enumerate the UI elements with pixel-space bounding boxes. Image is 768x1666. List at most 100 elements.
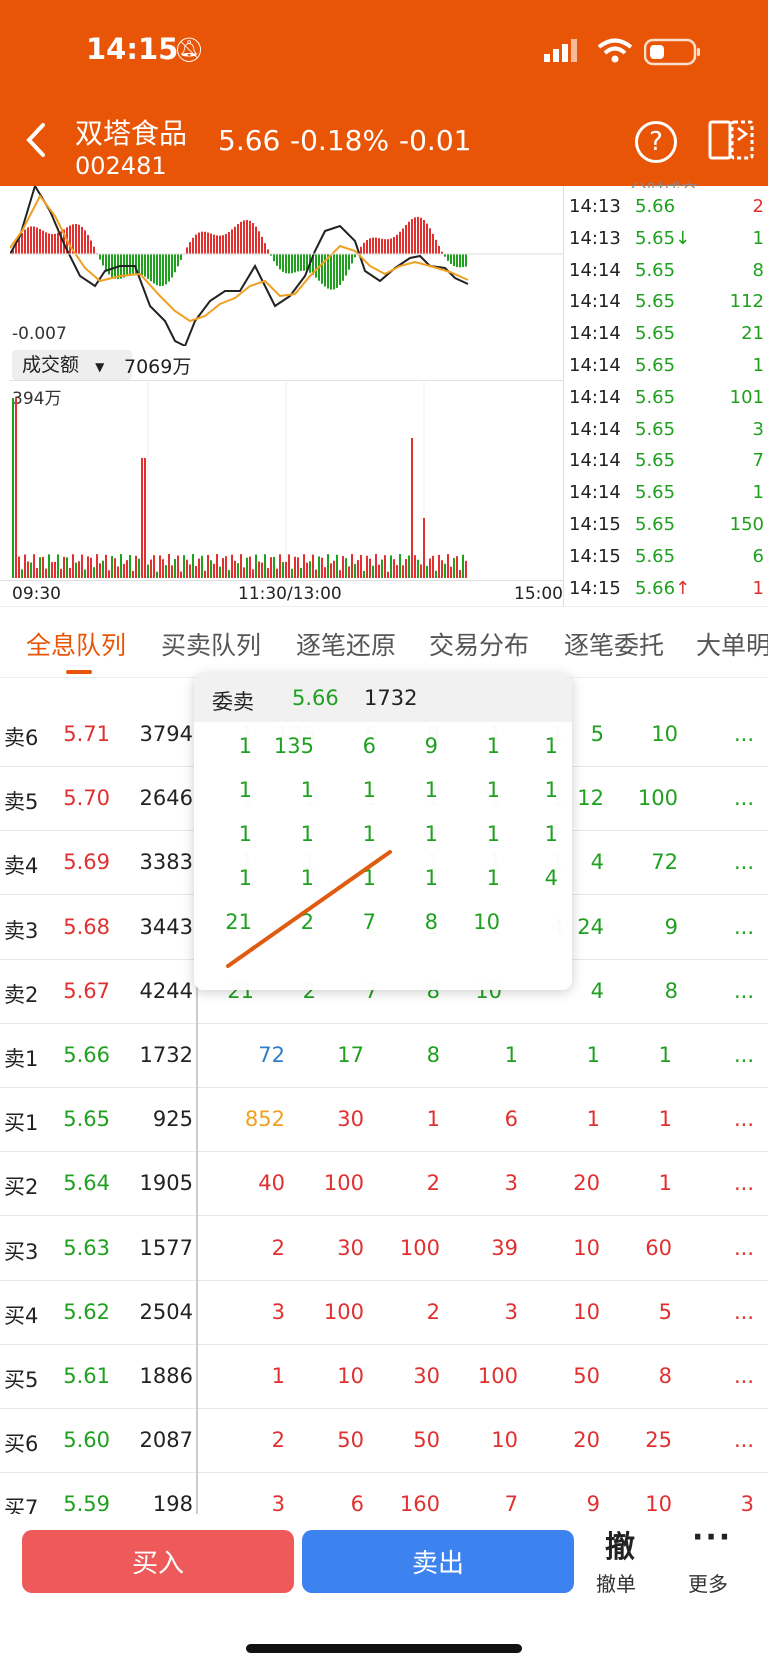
volume-bar bbox=[330, 563, 332, 578]
queue-cell: 100 bbox=[637, 786, 678, 811]
volume-bar bbox=[324, 567, 326, 578]
queue-cell: 10 bbox=[645, 1492, 672, 1514]
queue-cell: 12 bbox=[577, 786, 604, 811]
volume-bar bbox=[441, 560, 443, 578]
more-icon[interactable]: ··· bbox=[692, 1520, 732, 1555]
orderbook-row[interactable]: 买7 5.59 198 3 6 160 7 9 10 3 bbox=[0, 1472, 768, 1514]
macd-bar bbox=[159, 254, 161, 287]
sell-button[interactable]: 卖出 bbox=[302, 1530, 574, 1593]
tab-trade-distribution[interactable]: 交易分布 bbox=[429, 626, 529, 662]
macd-bar bbox=[21, 233, 23, 254]
help-icon[interactable]: ? bbox=[635, 121, 677, 163]
tick-price: 5.65 bbox=[635, 354, 676, 376]
orderbook-row[interactable]: 买5 5.61 1886 1 10 30 100 50 8... bbox=[0, 1344, 768, 1409]
macd-bar bbox=[192, 237, 194, 254]
queue-cell: 2 bbox=[426, 1299, 440, 1324]
battery-icon bbox=[644, 38, 700, 66]
dea-line bbox=[10, 194, 469, 323]
back-icon[interactable] bbox=[24, 122, 48, 158]
volume-bar bbox=[297, 557, 299, 578]
macd-bar bbox=[45, 232, 47, 254]
tick-price: 5.65 bbox=[635, 323, 676, 345]
queue-cell: ... bbox=[733, 1428, 754, 1453]
macd-bar bbox=[297, 254, 299, 272]
macd-bar bbox=[351, 254, 353, 264]
tick-volume: 1 bbox=[752, 577, 764, 599]
volume-bar bbox=[234, 560, 236, 578]
level-price: 5.68 bbox=[63, 914, 110, 939]
more-label[interactable]: 更多 bbox=[688, 1568, 728, 1597]
ticks-header: 分时成交 bbox=[630, 176, 698, 188]
volume-bar bbox=[144, 458, 146, 578]
wifi-icon bbox=[597, 38, 633, 63]
volume-selector[interactable]: 成交额 ▼ bbox=[12, 350, 132, 380]
popup-queue-cell: 10 bbox=[473, 910, 500, 934]
volume-bar bbox=[291, 568, 293, 578]
queue-cell: 1 bbox=[586, 1107, 600, 1132]
status-time: 14:15 bbox=[86, 32, 179, 66]
volume-bar bbox=[195, 565, 197, 578]
tab-full-queue[interactable]: 全息队列 bbox=[26, 626, 126, 662]
macd-bar bbox=[69, 225, 71, 254]
switch-layout-icon[interactable] bbox=[708, 118, 754, 162]
queue-cell: ... bbox=[733, 1299, 754, 1324]
volume-bar bbox=[360, 554, 362, 578]
level-price: 5.59 bbox=[63, 1492, 110, 1514]
volume-bar bbox=[222, 558, 224, 578]
header: 14:15 🔕︎ 双塔食品 002481 5.66 -0.18% -0.01 ? bbox=[0, 0, 768, 186]
queue-cell: 60 bbox=[645, 1235, 672, 1260]
queue-cell: 100 bbox=[323, 1171, 364, 1196]
orderbook-row[interactable]: 买2 5.64 1905 40 100 2 3 20 1... bbox=[0, 1151, 768, 1217]
volume-bar bbox=[42, 556, 44, 578]
volume-bar bbox=[405, 559, 407, 578]
macd-bar bbox=[111, 254, 113, 278]
volume-bar bbox=[432, 555, 434, 578]
cancel-order-label[interactable]: 撤单 bbox=[596, 1568, 636, 1597]
volume-bar bbox=[336, 554, 338, 578]
macd-bar bbox=[225, 233, 227, 254]
volume-bar bbox=[363, 570, 365, 578]
volume-bar bbox=[267, 568, 269, 578]
macd-bar bbox=[366, 239, 368, 254]
volume-bar bbox=[411, 438, 413, 578]
tick-price: 5.66 bbox=[635, 196, 676, 217]
volume-bar bbox=[333, 560, 335, 578]
queue-cell: 1 bbox=[586, 1043, 600, 1067]
popup-queue-cell: 1 bbox=[486, 734, 500, 758]
level-price: 5.70 bbox=[63, 786, 110, 811]
macd-bar bbox=[384, 239, 386, 254]
queue-cell: 25 bbox=[645, 1428, 672, 1453]
orderbook-row[interactable]: 买6 5.60 2087 2 50 50 10 20 25... bbox=[0, 1408, 768, 1474]
volume-bar bbox=[378, 564, 380, 578]
queue-cell: 1 bbox=[504, 1043, 518, 1067]
tab-tick-restore[interactable]: 逐笔还原 bbox=[296, 626, 396, 662]
tick-row: 14:15 5.65 6 bbox=[569, 546, 764, 578]
queue-popup[interactable]: 委卖 5.66 1732 1 135 6 9 1 1 1 1 1 1 1 1 1 1 1 1 1 1 1 1 1 1 1 4 2… bbox=[194, 674, 572, 990]
macd-bar bbox=[450, 254, 452, 265]
buy-button[interactable]: 买入 bbox=[22, 1530, 294, 1593]
orderbook-row[interactable]: 卖1 5.66 1732 72 17 8 1 1 1... bbox=[0, 1023, 768, 1088]
macd-bar bbox=[153, 254, 155, 284]
popup-queue-cell: 1 bbox=[362, 822, 376, 846]
macd-bar bbox=[138, 254, 140, 274]
tab-large-orders[interactable]: 大单明 bbox=[696, 626, 768, 662]
macd-bar bbox=[84, 230, 86, 254]
signal-icon bbox=[544, 39, 577, 62]
tab-tick-orders[interactable]: 逐笔委托 bbox=[564, 626, 664, 662]
cancel-order-icon[interactable]: 撤 bbox=[598, 1522, 642, 1566]
macd-bar bbox=[204, 231, 206, 254]
tick-time: 14:13 bbox=[569, 196, 621, 217]
macd-bar bbox=[267, 249, 269, 254]
tab-buy-sell-queue[interactable]: 买卖队列 bbox=[161, 626, 261, 662]
volume-bar bbox=[243, 567, 245, 578]
orderbook-row[interactable]: 买1 5.65 925 852 30 1 6 1 1... bbox=[0, 1087, 768, 1153]
stock-code: 002481 bbox=[75, 152, 167, 180]
macd-bar bbox=[144, 254, 146, 277]
queue-cell: 9 bbox=[664, 914, 678, 939]
macd-bar bbox=[90, 240, 92, 254]
volume-bar bbox=[414, 555, 416, 578]
queue-cell: 40 bbox=[258, 1171, 285, 1196]
orderbook-row[interactable]: 买4 5.62 2504 3 100 2 3 10 5... bbox=[0, 1280, 768, 1345]
orderbook-row[interactable]: 买3 5.63 1577 2 30 100 39 10 60... bbox=[0, 1216, 768, 1281]
volume-bar bbox=[273, 556, 275, 578]
